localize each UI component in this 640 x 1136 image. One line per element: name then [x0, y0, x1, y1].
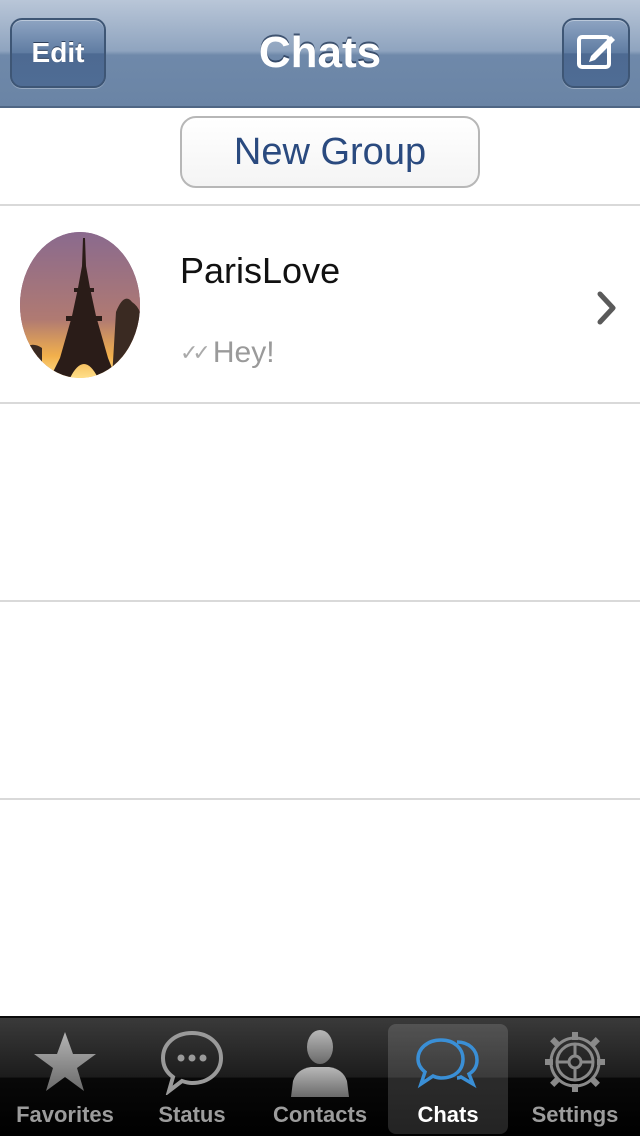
- chat-name: ParisLove: [180, 250, 341, 291]
- chat-preview: ✓✓ Hey!: [180, 336, 275, 370]
- tab-label: Contacts: [272, 1102, 368, 1127]
- person-icon: [285, 1026, 355, 1098]
- chevron-right-icon: [596, 290, 618, 331]
- new-group-button[interactable]: New Group: [180, 116, 480, 188]
- compose-button[interactable]: [562, 18, 630, 88]
- chat-row[interactable]: ParisLove ✓✓ Hey!: [0, 206, 640, 404]
- page-title: Chats: [258, 28, 382, 77]
- gear-icon: [540, 1026, 610, 1098]
- star-icon: [30, 1026, 100, 1098]
- empty-row: [0, 602, 640, 800]
- chat-bubbles-icon: [413, 1026, 483, 1098]
- navigation-bar: Edit Chats: [0, 0, 640, 108]
- tab-favorites[interactable]: Favorites: [5, 1024, 125, 1134]
- compose-icon: [574, 29, 618, 78]
- chat-preview-text: Hey!: [212, 336, 275, 369]
- double-check-icon: ✓✓: [180, 340, 211, 365]
- tab-label: Settings: [531, 1102, 619, 1127]
- tab-chats[interactable]: Chats: [388, 1024, 508, 1134]
- new-group-row: New Group: [0, 108, 640, 206]
- tab-label: Status: [158, 1102, 226, 1127]
- avatar: [20, 232, 140, 378]
- tab-contacts[interactable]: Contacts: [260, 1024, 380, 1134]
- tab-settings[interactable]: Settings: [515, 1024, 635, 1134]
- tab-status[interactable]: Status: [132, 1024, 252, 1134]
- tab-label: Favorites: [16, 1102, 114, 1127]
- empty-row: [0, 404, 640, 602]
- speech-bubble-icon: [157, 1026, 227, 1098]
- tab-bar: Favorites Status Contacts Chats Settings: [0, 1016, 640, 1136]
- tab-label: Chats: [417, 1102, 479, 1127]
